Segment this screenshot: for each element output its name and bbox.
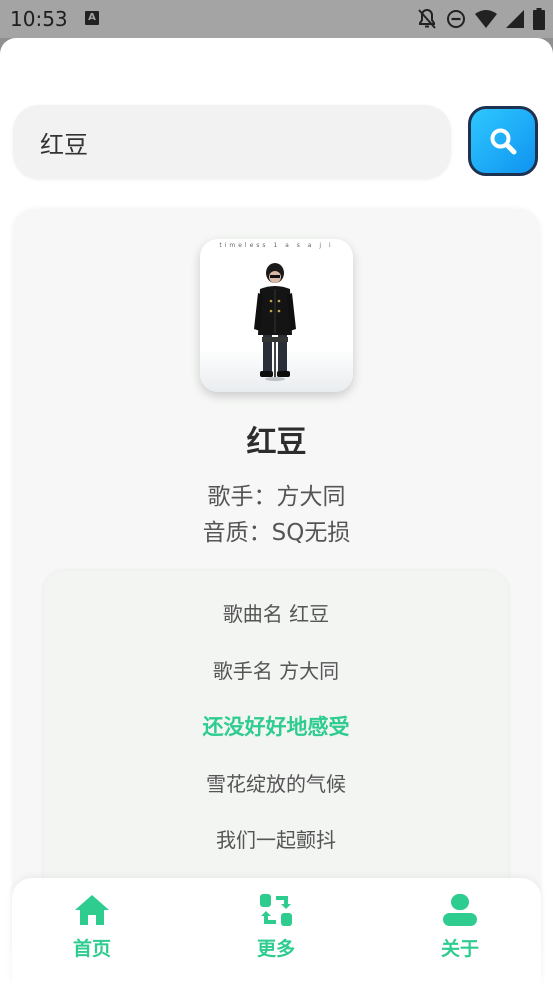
refresh-icon [260, 894, 292, 926]
status-time: 10:53 [10, 7, 68, 31]
notification-icon: A [85, 11, 99, 25]
user-icon [443, 894, 477, 926]
status-icons [417, 7, 545, 31]
song-title: 红豆 [246, 425, 307, 460]
nav-item-about[interactable]: 关于 [410, 892, 510, 972]
lyric-line: 雪花绽放的气候 [206, 772, 346, 796]
quality-label: 音质：SQ无损 [202, 520, 351, 546]
signal-icon [506, 10, 524, 28]
do-not-disturb-icon [447, 10, 465, 28]
nav-item-more[interactable]: 更多 [226, 892, 326, 972]
search-input[interactable] [40, 105, 430, 179]
nav-label-about: 关于 [440, 938, 479, 960]
nav-label-more: 更多 [256, 938, 295, 960]
bell-off-icon [418, 8, 436, 29]
search-button[interactable] [468, 106, 538, 176]
album-cover: timeless 1 a s a j i [200, 239, 353, 392]
battery-icon [533, 8, 545, 30]
status-bar: 10:53 A [0, 0, 553, 38]
lyric-line: 歌曲名 红豆 [222, 602, 330, 626]
album-cover-art [200, 263, 353, 392]
nav-label-home: 首页 [72, 938, 111, 960]
home-icon [75, 895, 109, 925]
bottom-nav: 首页 更多 关于 [12, 878, 541, 984]
app-sheet: timeless 1 a s a j i [0, 38, 553, 984]
lyric-line: 歌手名 方大同 [212, 659, 340, 683]
search-box [13, 105, 451, 179]
search-icon [490, 128, 517, 155]
lyric-line-active: 还没好好地感受 [202, 715, 350, 739]
song-card: timeless 1 a s a j i 红豆 歌手：方大同 音质：SQ无损 歌… [13, 209, 540, 971]
wifi-icon [475, 10, 497, 28]
nav-item-home[interactable]: 首页 [42, 892, 142, 972]
singer-label: 歌手：方大同 [207, 484, 346, 510]
lyric-line: 我们一起颤抖 [216, 828, 336, 852]
